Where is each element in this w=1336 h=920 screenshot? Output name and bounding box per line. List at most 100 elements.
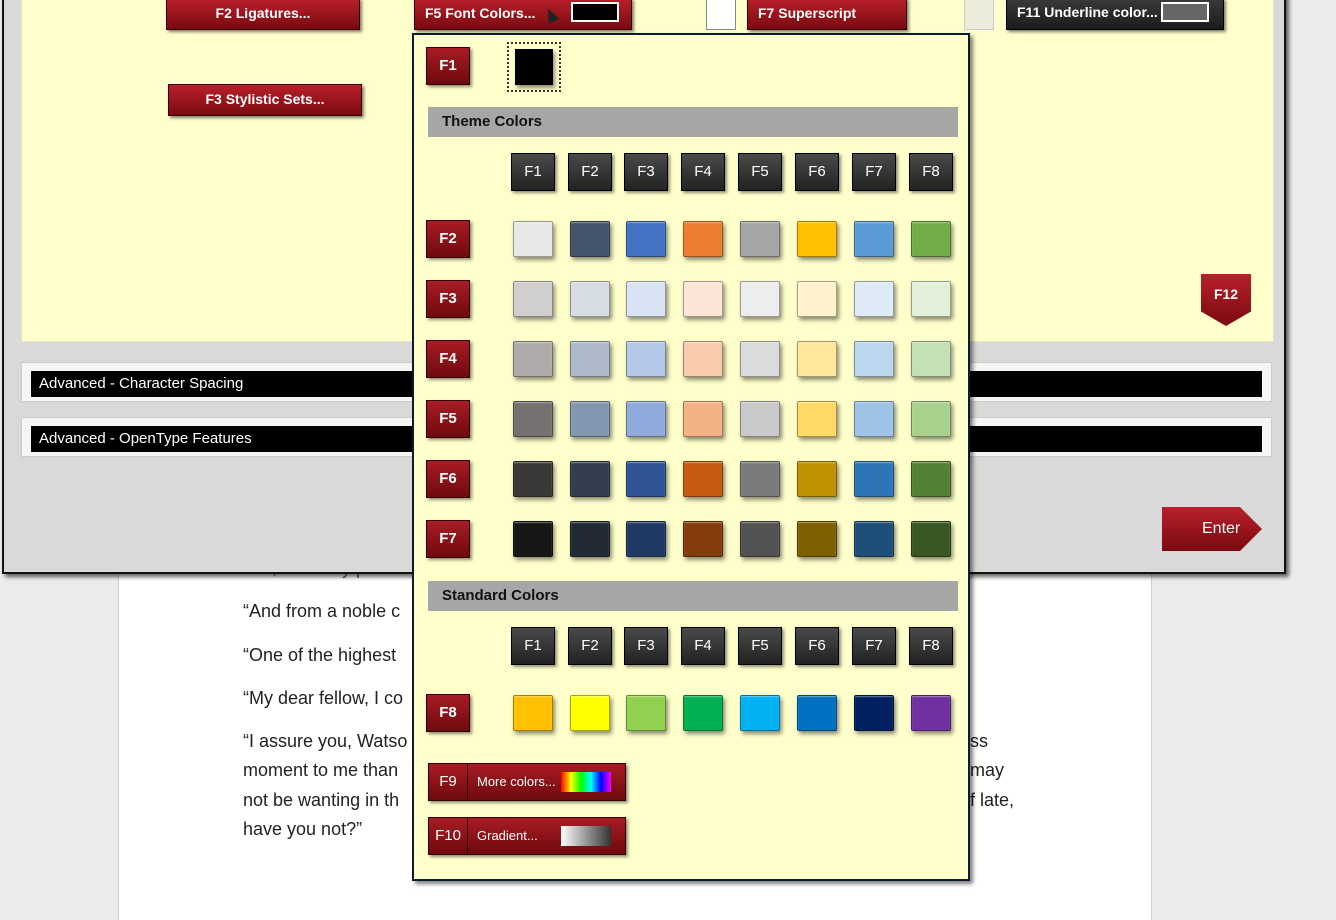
color-swatch[interactable] — [740, 695, 780, 731]
color-swatch[interactable] — [683, 341, 723, 377]
row-key-f8[interactable]: F8 — [426, 694, 470, 732]
color-swatch[interactable] — [626, 281, 666, 317]
automatic-color-swatch — [515, 49, 553, 85]
gradient-preview-icon — [561, 826, 611, 846]
color-swatch[interactable] — [683, 461, 723, 497]
superscript-checkbox[interactable] — [706, 0, 736, 30]
stylistic-sets-button[interactable]: F3 Stylistic Sets... — [168, 84, 362, 116]
more-colors-button[interactable]: F9 More colors... — [428, 763, 626, 801]
doc-line: have you not?” — [243, 819, 363, 839]
color-swatch[interactable] — [740, 221, 780, 257]
superscript-button[interactable]: F7 Superscript — [747, 0, 907, 30]
color-swatch[interactable] — [797, 461, 837, 497]
automatic-color-key[interactable]: F1 — [426, 47, 470, 85]
color-swatch[interactable] — [740, 281, 780, 317]
row-key-f4[interactable]: F4 — [426, 340, 470, 378]
color-swatch[interactable] — [911, 521, 951, 557]
rainbow-icon — [561, 772, 611, 792]
color-swatch[interactable] — [797, 281, 837, 317]
color-swatch[interactable] — [513, 461, 553, 497]
color-swatch[interactable] — [740, 461, 780, 497]
color-swatch[interactable] — [513, 401, 553, 437]
color-swatch[interactable] — [854, 281, 894, 317]
color-swatch[interactable] — [570, 401, 610, 437]
column-key-f5[interactable]: F5 — [738, 153, 782, 191]
column-key-f1[interactable]: F1 — [511, 153, 555, 191]
column-key-f2[interactable]: F2 — [568, 627, 612, 665]
color-swatch[interactable] — [911, 401, 951, 437]
column-key-f8[interactable]: F8 — [909, 627, 953, 665]
color-swatch[interactable] — [911, 341, 951, 377]
color-swatch[interactable] — [854, 341, 894, 377]
color-swatch[interactable] — [854, 461, 894, 497]
color-swatch[interactable] — [513, 221, 553, 257]
gradient-key: F10 — [429, 818, 468, 854]
ligatures-button[interactable]: F2 Ligatures... — [166, 0, 360, 30]
font-colors-button[interactable]: F5 Font Colors... — [414, 0, 632, 30]
automatic-color-selection[interactable] — [507, 42, 561, 92]
color-swatch[interactable] — [683, 521, 723, 557]
color-swatch[interactable] — [740, 521, 780, 557]
gradient-button[interactable]: F10 Gradient... — [428, 817, 626, 855]
row-key-f6[interactable]: F6 — [426, 460, 470, 498]
color-swatch[interactable] — [797, 695, 837, 731]
color-swatch[interactable] — [740, 401, 780, 437]
column-key-f2[interactable]: F2 — [568, 153, 612, 191]
color-swatch[interactable] — [513, 341, 553, 377]
underline-color-button[interactable]: F11 Underline color... — [1006, 0, 1224, 30]
color-swatch[interactable] — [570, 521, 610, 557]
color-swatch[interactable] — [854, 521, 894, 557]
color-swatch[interactable] — [626, 221, 666, 257]
column-key-f8[interactable]: F8 — [909, 153, 953, 191]
color-swatch[interactable] — [911, 461, 951, 497]
enter-button[interactable]: Enter — [1162, 507, 1262, 551]
color-swatch[interactable] — [797, 341, 837, 377]
color-swatch[interactable] — [683, 401, 723, 437]
column-key-f6[interactable]: F6 — [795, 153, 839, 191]
column-key-f1[interactable]: F1 — [511, 627, 555, 665]
color-swatch[interactable] — [911, 281, 951, 317]
color-swatch[interactable] — [626, 695, 666, 731]
column-key-f3[interactable]: F3 — [624, 153, 668, 191]
color-swatch[interactable] — [797, 521, 837, 557]
color-swatch[interactable] — [570, 281, 610, 317]
color-swatch[interactable] — [854, 401, 894, 437]
row-key-f2[interactable]: F2 — [426, 220, 470, 258]
row-key-f3[interactable]: F3 — [426, 280, 470, 318]
column-key-f7[interactable]: F7 — [852, 627, 896, 665]
column-key-f4[interactable]: F4 — [681, 627, 725, 665]
doc-line: not be wanting in th — [243, 790, 400, 810]
row-key-f5[interactable]: F5 — [426, 400, 470, 438]
color-swatch[interactable] — [570, 695, 610, 731]
color-swatch[interactable] — [683, 281, 723, 317]
color-swatch[interactable] — [626, 341, 666, 377]
color-swatch[interactable] — [626, 461, 666, 497]
column-key-f7[interactable]: F7 — [852, 153, 896, 191]
color-swatch[interactable] — [626, 521, 666, 557]
color-swatch[interactable] — [683, 221, 723, 257]
row-key-f7[interactable]: F7 — [426, 520, 470, 558]
color-swatch[interactable] — [797, 401, 837, 437]
doc-line: “I assure you, Watso — [243, 731, 408, 751]
color-swatch[interactable] — [797, 221, 837, 257]
color-swatch[interactable] — [854, 221, 894, 257]
column-key-f4[interactable]: F4 — [681, 153, 725, 191]
color-swatch[interactable] — [570, 461, 610, 497]
more-colors-key: F9 — [429, 764, 468, 800]
color-swatch[interactable] — [570, 221, 610, 257]
color-swatch[interactable] — [911, 221, 951, 257]
color-swatch[interactable] — [513, 281, 553, 317]
doc-line: “One of the highest — [243, 645, 397, 665]
color-swatch[interactable] — [854, 695, 894, 731]
color-swatch[interactable] — [740, 341, 780, 377]
color-swatch[interactable] — [570, 341, 610, 377]
column-key-f3[interactable]: F3 — [624, 627, 668, 665]
column-key-f5[interactable]: F5 — [738, 627, 782, 665]
color-swatch[interactable] — [513, 521, 553, 557]
color-swatch[interactable] — [911, 695, 951, 731]
color-swatch[interactable] — [513, 695, 553, 731]
color-swatch[interactable] — [683, 695, 723, 731]
column-key-f6[interactable]: F6 — [795, 627, 839, 665]
color-swatch[interactable] — [626, 401, 666, 437]
underline-checkbox[interactable] — [964, 0, 994, 30]
